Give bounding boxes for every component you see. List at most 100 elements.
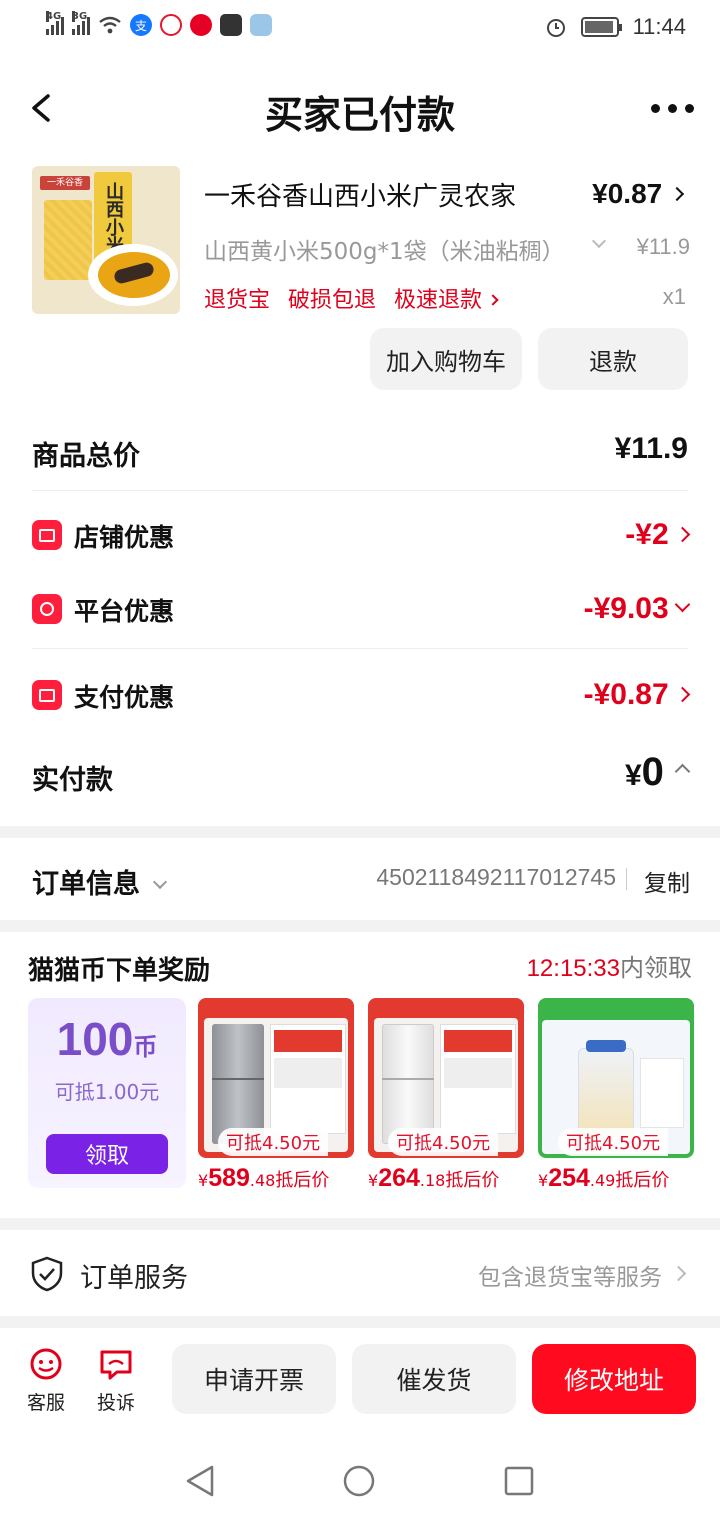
battery-icon [580, 17, 622, 37]
chevron-down-icon [674, 596, 691, 613]
total-price-value: ¥11.9 [614, 432, 688, 465]
status-right: 11:44 [545, 14, 686, 40]
sku-chevron-down-icon[interactable] [591, 233, 607, 249]
payment-discount-icon [32, 680, 62, 710]
coin-rewards-card: 猫猫币下单奖励 12:15:33内领取 100币 可抵1.00元 领取 可抵4.… [0, 932, 720, 1218]
page-title: 买家已付款 [264, 93, 455, 137]
shop-discount-icon [32, 520, 62, 550]
order-info-row: 订单信息 4502118492117012745 复制 [0, 838, 720, 920]
chevron-right-icon [670, 1265, 687, 1282]
product-price-value: ¥0.87 [592, 178, 663, 209]
customer-service-label: 客服 [26, 1392, 65, 1414]
rewards-countdown: 12:15:33内领取 [526, 954, 692, 982]
weibo-icon [160, 14, 182, 36]
divider [32, 490, 688, 491]
request-invoice-button[interactable]: 申请开票 [172, 1344, 336, 1414]
chevron-right-icon [487, 294, 499, 306]
complaint-button[interactable]: 投诉 [94, 1346, 138, 1415]
status-left: 4G 3G 支 [46, 11, 272, 36]
customer-service-button[interactable]: 客服 [24, 1346, 68, 1415]
status-bar: 4G 3G 支 11:44 [0, 0, 720, 60]
order-service-row[interactable]: 订单服务 包含退货宝等服务 [0, 1230, 720, 1316]
reward-product-3[interactable]: 可抵4.50元 ¥254.49抵后价 [538, 998, 694, 1192]
paid-currency: ¥ [624, 759, 642, 792]
product-sku[interactable]: 山西黄小米500g*1袋（米油粘稠） [204, 232, 565, 266]
platform-discount-value: -¥9.03 [583, 592, 669, 625]
platform-discount-label: 平台优惠 [74, 597, 175, 626]
reward-badge: 可抵4.50元 [218, 1128, 329, 1156]
tag-return-insurance: 退货宝 [204, 288, 271, 313]
order-number: 4502118492117012745 [376, 864, 616, 890]
netease-music-icon [190, 14, 212, 36]
order-card: 一禾谷香 山西小米 一禾谷香山西小米广灵农家 ¥0.87 山西黄小米500g*1… [0, 156, 720, 826]
product-name[interactable]: 一禾谷香山西小米广灵农家 [204, 176, 516, 213]
product-image[interactable]: 一禾谷香 山西小米 [32, 166, 180, 314]
shop-discount-label: 店铺优惠 [74, 523, 175, 552]
chevron-right-icon [674, 686, 691, 703]
reward-product-2[interactable]: 可抵4.50元 ¥264.18抵后价 [368, 998, 524, 1192]
product-image-brand: 一禾谷香 [40, 176, 90, 190]
alipay-icon: 支 [130, 14, 152, 36]
payment-discount-label: 支付优惠 [74, 683, 175, 712]
cloud-icon [250, 14, 272, 36]
add-to-cart-button[interactable]: 加入购物车 [370, 328, 522, 390]
modify-address-button[interactable]: 修改地址 [532, 1344, 696, 1414]
rewards-title: 猫猫币下单奖励 [28, 956, 211, 986]
shop-discount[interactable]: -¥2 [625, 518, 691, 552]
app-icon [220, 14, 242, 36]
total-price-label: 商品总价 [32, 441, 140, 472]
system-nav-bar [0, 1428, 720, 1520]
tag-damage-refund: 破损包退 [288, 288, 377, 313]
shield-icon [31, 1256, 63, 1292]
complaint-label: 投诉 [96, 1392, 135, 1414]
payment-discount-value: -¥0.87 [583, 678, 669, 711]
complaint-icon [100, 1350, 132, 1380]
product-price[interactable]: ¥0.87 [592, 178, 685, 210]
service-tags: 退货宝 破损包退 极速退款 [204, 282, 499, 314]
reward-product-1[interactable]: 可抵4.50元 ¥589.48抵后价 [198, 998, 354, 1192]
wifi-icon [99, 16, 121, 34]
order-info-label[interactable]: 订单信息 [32, 862, 168, 901]
shop-discount-value: -¥2 [625, 518, 669, 551]
chevron-up-icon [674, 763, 691, 780]
nav-back-icon[interactable] [184, 1464, 216, 1498]
bottom-action-bar: 客服 投诉 申请开票 催发货 修改地址 [0, 1328, 720, 1428]
copy-button[interactable]: 复制 [644, 864, 690, 898]
payment-discount[interactable]: -¥0.87 [583, 678, 691, 712]
actual-paid-label: 实付款 [32, 765, 113, 796]
order-service-label: 订单服务 [80, 1263, 188, 1294]
coin-amount: 100币 [56, 1013, 158, 1065]
quantity: x1 [662, 284, 686, 309]
coin-claim-box: 100币 可抵1.00元 领取 [28, 998, 186, 1188]
urge-shipping-button[interactable]: 催发货 [352, 1344, 516, 1414]
alarm-icon [546, 19, 565, 37]
coin-offset: 可抵1.00元 [54, 1080, 160, 1104]
chevron-right-icon [674, 526, 691, 543]
signal-3g-icon: 3G [72, 11, 90, 35]
original-price: ¥11.9 [636, 234, 690, 259]
platform-discount-icon [32, 594, 62, 624]
separator [626, 868, 627, 890]
more-options-icon[interactable] [651, 104, 694, 113]
reward-price: ¥254.49抵后价 [538, 1164, 670, 1192]
customer-service-icon [30, 1348, 62, 1380]
clock: 11:44 [632, 14, 686, 39]
reward-price: ¥264.18抵后价 [368, 1164, 500, 1192]
reward-badge: 可抵4.50元 [558, 1128, 669, 1156]
tag-fast-refund[interactable]: 极速退款 [394, 282, 499, 314]
reward-badge: 可抵4.50元 [388, 1128, 499, 1156]
reward-price: ¥589.48抵后价 [198, 1164, 330, 1192]
nav-recents-icon[interactable] [504, 1466, 534, 1496]
divider [32, 648, 688, 649]
chevron-down-icon [153, 874, 168, 890]
signal-4g-icon: 4G [46, 11, 64, 35]
nav-home-icon[interactable] [342, 1464, 376, 1498]
order-service-desc: 包含退货宝等服务 [478, 1265, 662, 1291]
refund-button[interactable]: 退款 [538, 328, 688, 390]
platform-discount[interactable]: -¥9.03 [583, 592, 691, 626]
header: 买家已付款 [0, 60, 720, 156]
actual-paid-value: 0 [641, 750, 664, 794]
claim-button[interactable]: 领取 [46, 1134, 168, 1174]
actual-paid[interactable]: ¥0 [624, 750, 691, 795]
chevron-right-icon [669, 186, 685, 202]
